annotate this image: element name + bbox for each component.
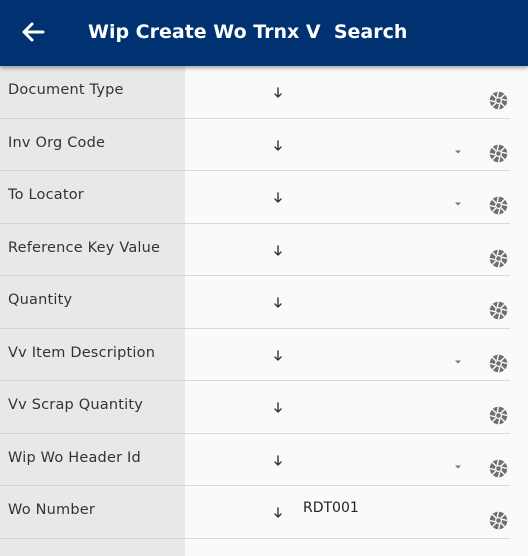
camera-lens-icon[interactable] <box>488 143 509 164</box>
sort-arrow-icon[interactable] <box>272 191 284 205</box>
arrow-left-icon <box>22 22 45 42</box>
chevron-down-icon[interactable] <box>453 149 463 155</box>
field-label: Inv Org Code <box>8 134 106 151</box>
camera-lens-icon[interactable] <box>488 510 509 531</box>
field-input[interactable]: RDT001 <box>303 500 359 516</box>
sort-arrow-icon[interactable] <box>272 244 284 258</box>
sort-arrow-icon[interactable] <box>272 401 284 415</box>
field-underline <box>185 537 510 539</box>
camera-lens-icon[interactable] <box>488 195 509 216</box>
field-label: Vv Item Description <box>8 344 156 361</box>
app-header: Wip Create Wo Trnx V Search <box>0 0 528 66</box>
camera-lens-icon[interactable] <box>488 458 509 479</box>
sort-arrow-icon[interactable] <box>272 296 284 310</box>
field-label: Vv Scrap Quantity <box>8 397 144 413</box>
field-label: To Locator <box>8 187 84 203</box>
camera-lens-icon[interactable] <box>488 353 509 374</box>
chevron-down-icon[interactable] <box>453 359 463 365</box>
camera-lens-icon[interactable] <box>488 248 509 269</box>
form-row: Wip Wo Header Id <box>0 434 528 486</box>
field-label: Quantity <box>8 292 73 308</box>
page-title: Wip Create Wo Trnx V Search <box>88 21 408 43</box>
sort-arrow-icon[interactable] <box>272 454 284 468</box>
row-divider <box>0 537 185 539</box>
chevron-down-icon[interactable] <box>453 201 463 207</box>
camera-lens-icon[interactable] <box>488 405 509 426</box>
camera-lens-icon[interactable] <box>488 300 509 321</box>
chevron-down-icon[interactable] <box>453 464 463 470</box>
sort-arrow-icon[interactable] <box>272 86 284 100</box>
sort-arrow-icon[interactable] <box>272 139 284 153</box>
form-row: Document Type <box>0 66 528 119</box>
search-form: Document Type Inv Org Code To Locator Refer… <box>0 66 528 556</box>
field-label: Wip Wo Header Id <box>8 449 141 466</box>
form-row: Quantity <box>0 276 528 329</box>
camera-lens-icon[interactable] <box>488 90 509 111</box>
form-row: Vv Item Description <box>0 329 528 381</box>
field-label: Document Type <box>8 82 124 98</box>
form-row: Wo Number RDT001 <box>0 486 528 539</box>
form-row: Reference Key Value <box>0 224 528 276</box>
form-row: Inv Org Code <box>0 119 528 171</box>
field-label: Reference Key Value <box>8 239 161 256</box>
form-row: To Locator <box>0 171 528 224</box>
back-button[interactable] <box>18 18 48 46</box>
form-row: Vv Scrap Quantity <box>0 381 528 434</box>
field-label: Wo Number <box>8 502 96 518</box>
sort-arrow-icon[interactable] <box>272 506 284 520</box>
sort-arrow-icon[interactable] <box>272 349 284 363</box>
